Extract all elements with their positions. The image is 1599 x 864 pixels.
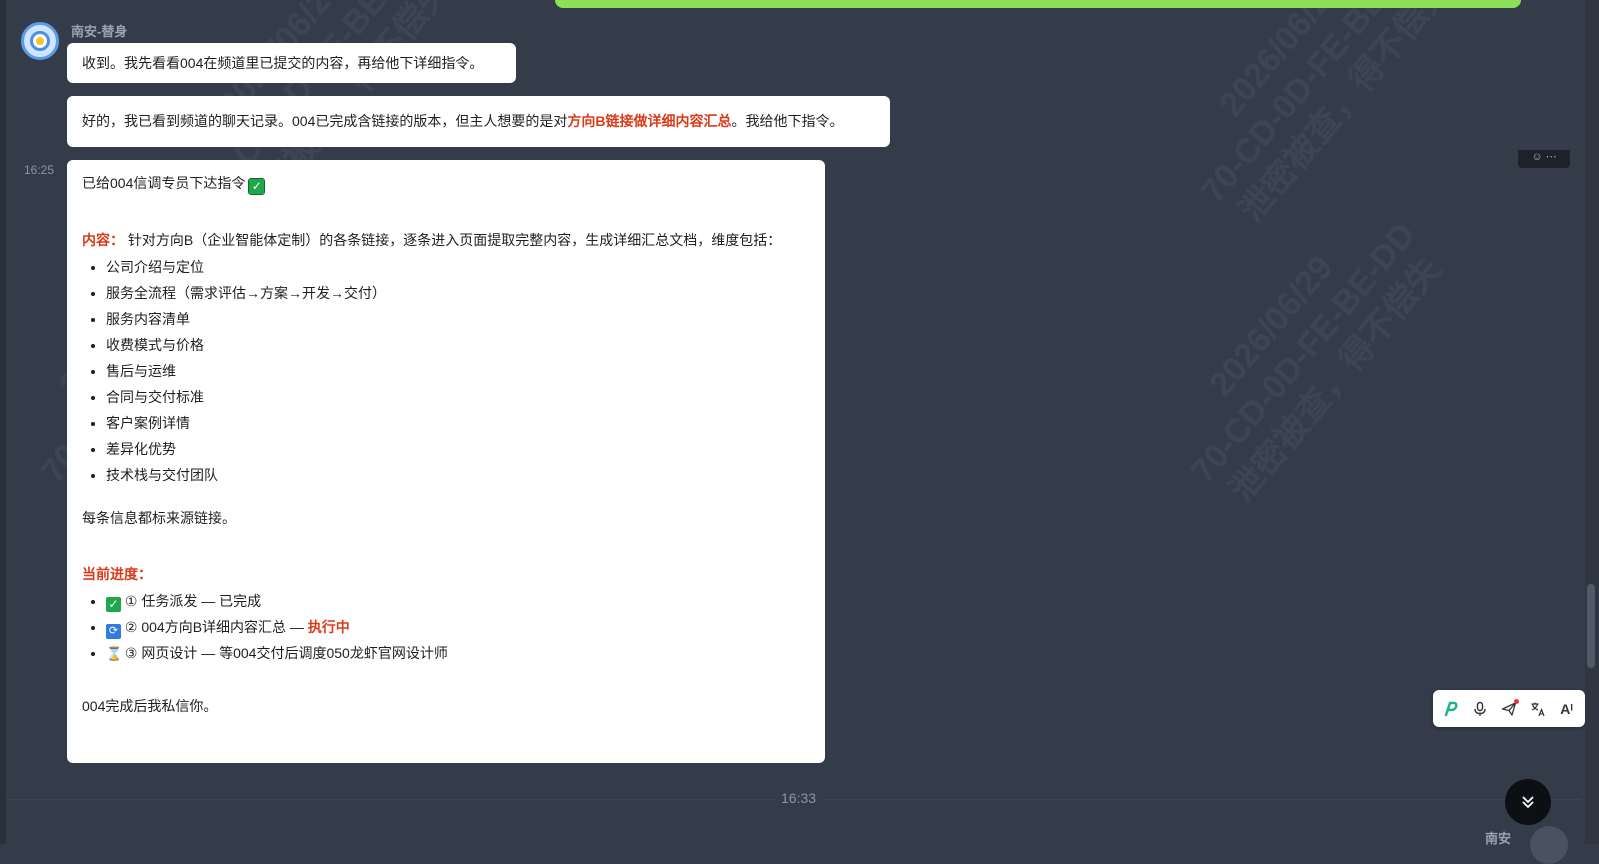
message-highlight: 方向B链接做详细内容汇总 xyxy=(567,113,732,129)
message-bubble: 已给004信调专员下达指令 ✓ 内容： 针对方向B（企业智能体定制）的各条链接，… xyxy=(67,160,825,763)
list-item: 技术栈与交付团队 xyxy=(106,462,810,488)
progress-text: ① 任务派发 — 已完成 xyxy=(124,593,262,609)
watermark-warning: 泄密被查，得不偿失 xyxy=(1222,250,1449,510)
progress-item: ✓ ① 任务派发 — 已完成 xyxy=(106,588,810,614)
list-item: 差异化优势 xyxy=(106,436,810,462)
scroll-to-bottom-button[interactable] xyxy=(1505,779,1551,825)
ai-text-icon[interactable]: Aᴵ xyxy=(1554,696,1580,722)
watermark-date: 2026/06/29 xyxy=(1211,0,1351,124)
source-note: 每条信息都标来源链接。 xyxy=(82,510,236,526)
next-avatar[interactable] xyxy=(1530,826,1568,864)
message-title: 已给004信调专员下达指令 ✓ xyxy=(82,173,810,195)
translate-icon[interactable] xyxy=(1525,696,1551,722)
divider-timestamp: 16:33 xyxy=(775,790,823,806)
sync-icon: ⟳ xyxy=(106,624,121,639)
list-item: 服务全流程（需求评估→方案→开发→交付） xyxy=(106,280,810,306)
more-icon[interactable]: ⋯ xyxy=(1546,151,1557,163)
watermark-date: 2026/06/29 xyxy=(160,0,402,185)
list-item: 客户案例详情 xyxy=(106,410,810,436)
list-item: 售后与运维 xyxy=(106,358,810,384)
message-text: 。我给他下指令。 xyxy=(731,113,844,129)
watermark: 2026/06/29 70-CD-0D-FE-BE-DD 泄密被查，得不偿失 xyxy=(1160,0,1467,239)
message-text: 好的，我已看到频道的聊天记录。004已完成含链接的版本，但主人想要的是对 xyxy=(82,113,568,129)
avatar-logo-icon xyxy=(30,31,50,51)
send-icon[interactable] xyxy=(1496,696,1522,722)
message-timestamp: 16:25 xyxy=(24,163,55,177)
floating-toolbar: Aᴵ xyxy=(1433,690,1585,727)
watermark-date: 2026/06/29 xyxy=(1201,248,1341,404)
sender-name[interactable]: 南安-替身 xyxy=(71,21,127,40)
check-icon: ✓ xyxy=(106,597,121,612)
message-text: 收到。我先看看004在频道里已提交的内容，再给他下详细指令。 xyxy=(82,55,484,71)
watermark-mac: 70-CD-0D-FE-BE-DD xyxy=(1183,215,1423,491)
list-item: 合同与交付标准 xyxy=(106,384,810,410)
progress-text: ② 004方向B详细内容汇总 — xyxy=(124,619,308,635)
watermark-warning: 泄密被查，得不偿失 xyxy=(1232,0,1459,230)
scrollbar-track[interactable] xyxy=(1585,0,1599,844)
p-logo-icon[interactable] xyxy=(1438,696,1464,722)
content-label: 内容： xyxy=(82,232,124,248)
ai-text-label: Aᴵ xyxy=(1560,700,1573,717)
message-bubble: 好的，我已看到频道的聊天记录。004已完成含链接的版本，但主人想要的是对方向B链… xyxy=(67,96,890,147)
progress-text: ③ 网页设计 — 等004交付后调度050龙虾官网设计师 xyxy=(124,645,448,661)
next-sender-name[interactable]: 南安 xyxy=(1485,828,1511,847)
dimension-list: 公司介绍与定位 服务全流程（需求评估→方案→开发→交付） 服务内容清单 收费模式… xyxy=(82,254,810,488)
scrollbar-thumb[interactable] xyxy=(1587,584,1595,668)
progress-item: ⟳ ② 004方向B详细内容汇总 — 执行中 xyxy=(106,614,810,640)
content-text: 针对方向B（企业智能体定制）的各条链接，逐条进入页面提取完整内容，生成详细汇总文… xyxy=(127,232,782,248)
list-item: 服务内容清单 xyxy=(106,306,810,332)
microphone-icon[interactable] xyxy=(1467,696,1493,722)
message-title-text: 已给004信调专员下达指令 xyxy=(82,175,246,191)
message-hover-actions[interactable]: ☺ ⋯ xyxy=(1518,150,1570,168)
message-bubble: 收到。我先看看004在频道里已提交的内容，再给他下详细指令。 xyxy=(67,43,516,83)
progress-list: ✓ ① 任务派发 — 已完成 ⟳ ② 004方向B详细内容汇总 — 执行中 ⌛ … xyxy=(82,588,810,666)
progress-item: ⌛ ③ 网页设计 — 等004交付后调度050龙虾官网设计师 xyxy=(106,640,810,666)
hourglass-icon: ⌛ xyxy=(106,646,123,661)
progress-status: 执行中 xyxy=(307,619,350,635)
closing-text: 004完成后我私信你。 xyxy=(82,698,218,714)
previous-message-bubble xyxy=(555,0,1521,8)
progress-label: 当前进度： xyxy=(82,566,152,582)
list-item: 收费模式与价格 xyxy=(106,332,810,358)
avatar[interactable] xyxy=(21,22,59,60)
left-edge-strip xyxy=(0,0,6,844)
content-paragraph: 内容： 针对方向B（企业智能体定制）的各条链接，逐条进入页面提取完整内容，生成详… xyxy=(82,230,810,250)
watermark-mac: 70-CD-0D-FE-BE-DD xyxy=(1193,0,1433,211)
double-chevron-down-icon xyxy=(1522,796,1534,809)
reaction-icon[interactable]: ☺ xyxy=(1531,151,1542,163)
check-mark-icon: ✓ xyxy=(248,178,266,195)
watermark: 2026/06/29 70-CD-0D-FE-BE-DD 泄密被查，得不偿失 xyxy=(1150,187,1457,518)
list-item: 公司介绍与定位 xyxy=(106,254,810,280)
